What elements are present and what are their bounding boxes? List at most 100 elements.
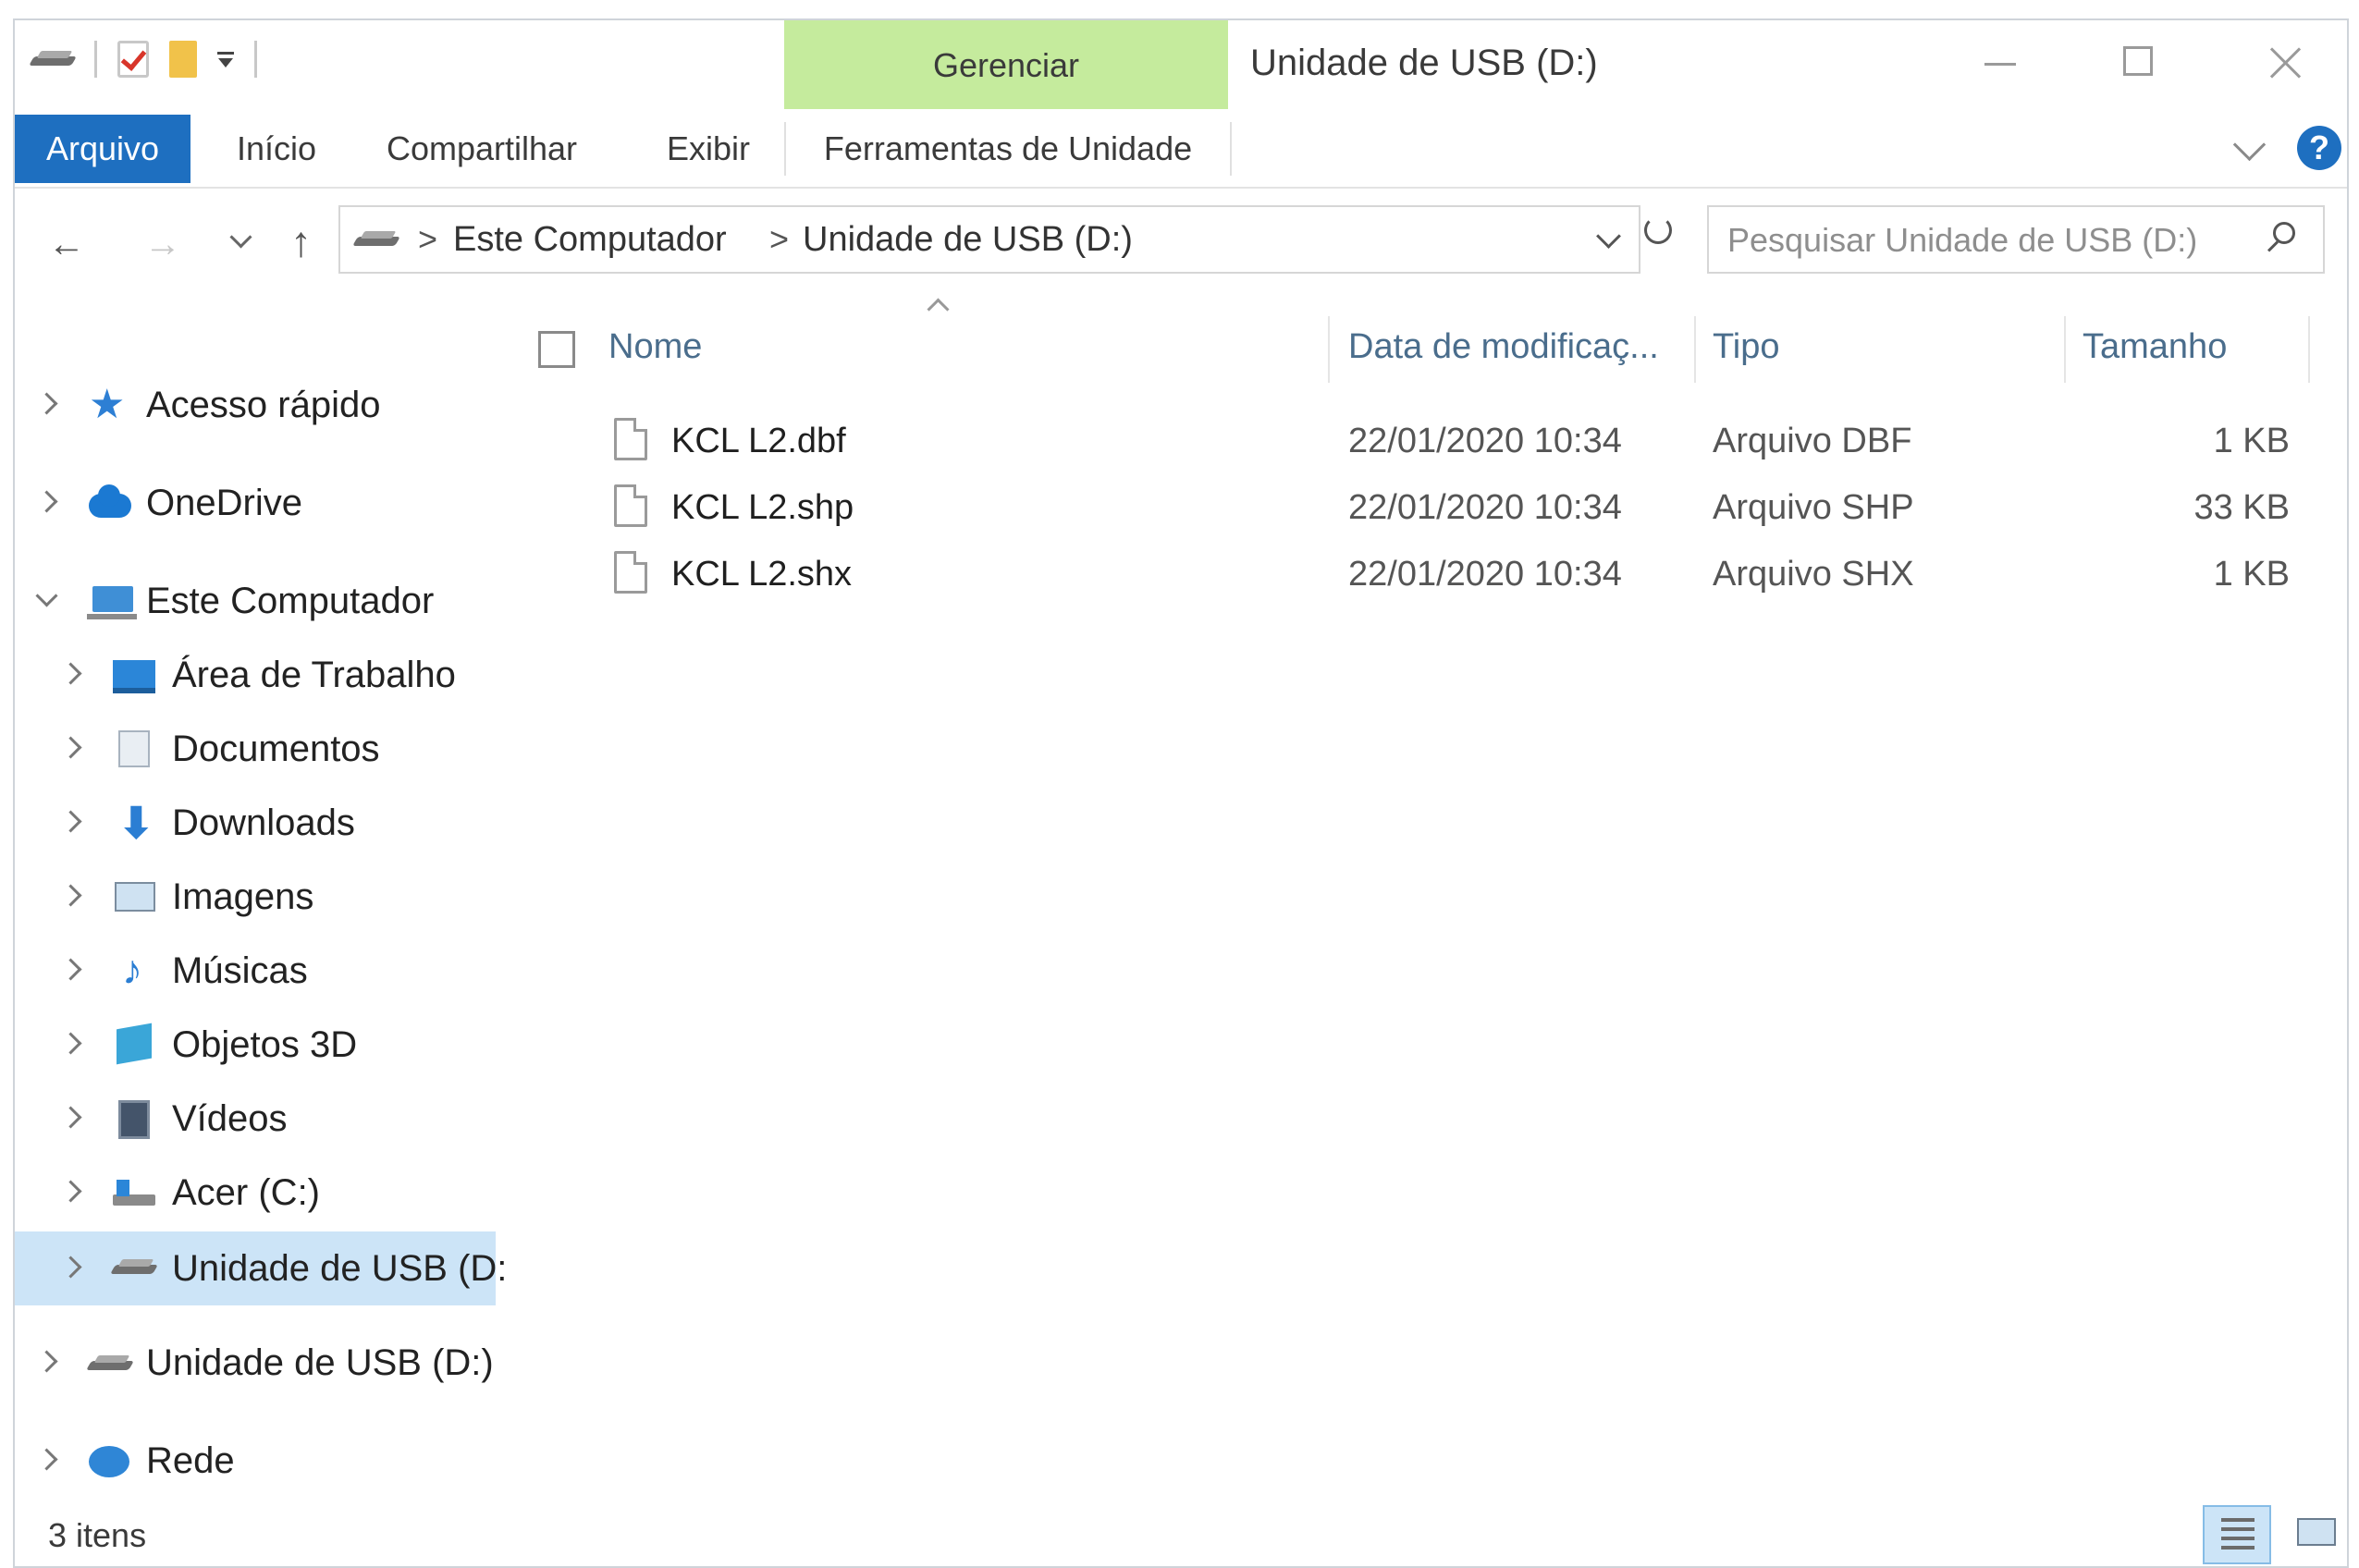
sidebar-item-downloads[interactable]: ⬇ Downloads — [15, 793, 496, 852]
desktop-icon — [113, 656, 155, 693]
up-button[interactable]: ↑ — [290, 216, 312, 266]
tab-home[interactable]: Início — [216, 122, 337, 176]
address-row: ← → ↑ > Este Computador > Unidade de USB… — [15, 189, 2347, 288]
sidebar-item-usb-drive[interactable]: Unidade de USB (D:) — [15, 1333, 496, 1392]
chevron-right-icon[interactable] — [59, 1106, 82, 1129]
new-folder-icon[interactable] — [169, 41, 197, 78]
chevron-right-icon[interactable] — [59, 884, 82, 907]
tab-file[interactable]: Arquivo — [15, 115, 190, 183]
tab-drive-tools[interactable]: Ferramentas de Unidade — [784, 122, 1232, 176]
column-divider[interactable] — [1328, 316, 1330, 383]
sidebar-item-music[interactable]: ♪ Músicas — [15, 941, 496, 1000]
sidebar-item-onedrive[interactable]: OneDrive — [15, 473, 496, 533]
sidebar-item-label: Downloads — [172, 802, 355, 843]
sidebar-item-label: OneDrive — [146, 483, 302, 523]
chevron-right-icon[interactable] — [35, 1448, 58, 1471]
manage-tab-label: Gerenciar — [932, 46, 1080, 84]
file-date: 22/01/2020 10:34 — [1348, 555, 1622, 594]
chevron-right-icon[interactable] — [59, 1180, 82, 1203]
sidebar-item-label: Unidade de USB (D: — [172, 1248, 508, 1289]
address-bar[interactable]: > Este Computador > Unidade de USB (D:) — [338, 205, 1640, 274]
column-divider[interactable] — [2308, 316, 2310, 383]
sidebar-item-this-pc[interactable]: Este Computador — [15, 571, 496, 631]
ribbon-tabs: Arquivo Início Compartilhar Exibir Ferra… — [15, 109, 2347, 189]
file-name: KCL L2.shx — [671, 555, 853, 594]
column-divider[interactable] — [2064, 316, 2066, 383]
customize-toolbar-icon[interactable] — [217, 51, 234, 67]
chevron-right-icon[interactable] — [59, 736, 82, 759]
column-divider[interactable] — [1694, 316, 1696, 383]
chevron-right-icon[interactable] — [59, 1032, 82, 1055]
column-header-row: Nome Data de modificaç... Tipo Tamanho — [499, 316, 2347, 383]
search-icon[interactable] — [2273, 222, 2295, 244]
3d-objects-icon — [117, 1023, 155, 1065]
chevron-right-icon[interactable] — [59, 958, 82, 981]
table-row[interactable]: KCL L2.dbf 22/01/2020 10:34 Arquivo DBF … — [499, 410, 2347, 475]
breadcrumb-separator: > — [769, 220, 790, 258]
sidebar-item-label: Área de Trabalho — [172, 655, 456, 695]
table-row[interactable]: KCL L2.shx 22/01/2020 10:34 Arquivo SHX … — [499, 544, 2347, 608]
file-name: KCL L2.dbf — [671, 422, 846, 460]
file-date: 22/01/2020 10:34 — [1348, 488, 1622, 527]
sidebar-item-documents[interactable]: Documentos — [15, 719, 496, 778]
file-type: Arquivo DBF — [1713, 422, 1912, 460]
sidebar-item-network[interactable]: Rede — [15, 1431, 496, 1490]
help-icon[interactable]: ? — [2297, 126, 2341, 170]
disk-icon — [113, 1174, 155, 1211]
sidebar-item-usb-drive-selected[interactable]: Unidade de USB (D: — [15, 1231, 507, 1305]
forward-button[interactable]: → — [144, 224, 181, 265]
sidebar-item-videos[interactable]: Vídeos — [15, 1089, 496, 1148]
file-size: 1 KB — [2213, 422, 2290, 460]
minimize-button[interactable] — [1957, 30, 2040, 94]
chevron-right-icon[interactable] — [59, 662, 82, 685]
file-name: KCL L2.shp — [671, 488, 854, 527]
chevron-right-icon[interactable] — [35, 1350, 58, 1373]
documents-icon — [118, 730, 157, 767]
chevron-right-icon[interactable] — [59, 810, 82, 833]
select-all-checkbox[interactable] — [538, 331, 575, 368]
column-header-name[interactable]: Nome — [608, 327, 702, 367]
close-button[interactable] — [2243, 30, 2327, 94]
network-icon — [89, 1442, 129, 1479]
breadcrumb-usb-drive[interactable]: Unidade de USB (D:) — [803, 220, 1133, 260]
tab-share[interactable]: Compartilhar — [366, 122, 597, 176]
drive-icon — [355, 231, 398, 248]
sidebar-item-desktop[interactable]: Área de Trabalho — [15, 645, 496, 704]
chevron-down-icon[interactable] — [35, 584, 58, 607]
manage-contextual-tab[interactable]: Gerenciar — [784, 20, 1228, 109]
sidebar-item-label: Músicas — [172, 950, 308, 991]
sidebar-item-quick-access[interactable]: ★ Acesso rápido — [15, 375, 496, 435]
table-row[interactable]: KCL L2.shp 22/01/2020 10:34 Arquivo SHP … — [499, 477, 2347, 542]
search-box[interactable] — [1707, 205, 2325, 274]
refresh-icon[interactable] — [1644, 216, 1672, 244]
sidebar-item-acer-c[interactable]: Acer (C:) — [15, 1163, 496, 1222]
quick-access-toolbar — [31, 41, 257, 78]
sidebar-item-label: Este Computador — [146, 581, 435, 621]
file-icon — [614, 484, 647, 527]
chevron-down-icon[interactable] — [1596, 224, 1621, 249]
maximize-button[interactable] — [2095, 30, 2179, 94]
column-header-size[interactable]: Tamanho — [2083, 327, 2227, 367]
sidebar-item-3d-objects[interactable]: Objetos 3D — [15, 1015, 496, 1074]
details-view-button[interactable] — [2203, 1505, 2271, 1564]
chevron-right-icon[interactable] — [35, 392, 58, 415]
column-header-date[interactable]: Data de modificaç... — [1348, 327, 1659, 367]
expand-ribbon-icon[interactable] — [2232, 128, 2267, 162]
column-header-type[interactable]: Tipo — [1713, 327, 1780, 367]
properties-icon[interactable] — [117, 41, 149, 78]
file-type: Arquivo SHP — [1713, 488, 1914, 527]
back-button[interactable]: ← — [48, 224, 85, 265]
sidebar-item-label: Rede — [146, 1440, 235, 1481]
chevron-right-icon[interactable] — [59, 1256, 82, 1279]
search-input[interactable] — [1726, 216, 2247, 264]
sidebar-item-images[interactable]: Imagens — [15, 867, 496, 926]
sidebar-item-label: Imagens — [172, 876, 314, 917]
large-icons-view-button[interactable] — [2293, 1511, 2340, 1551]
breadcrumb-this-pc[interactable]: Este Computador — [453, 220, 727, 260]
usb-drive-icon — [89, 1355, 128, 1392]
tab-view[interactable]: Exibir — [644, 122, 773, 176]
chevron-right-icon[interactable] — [35, 490, 58, 513]
recent-locations-icon[interactable] — [229, 226, 252, 249]
file-icon — [614, 418, 647, 460]
sidebar-item-label: Unidade de USB (D:) — [146, 1342, 494, 1383]
